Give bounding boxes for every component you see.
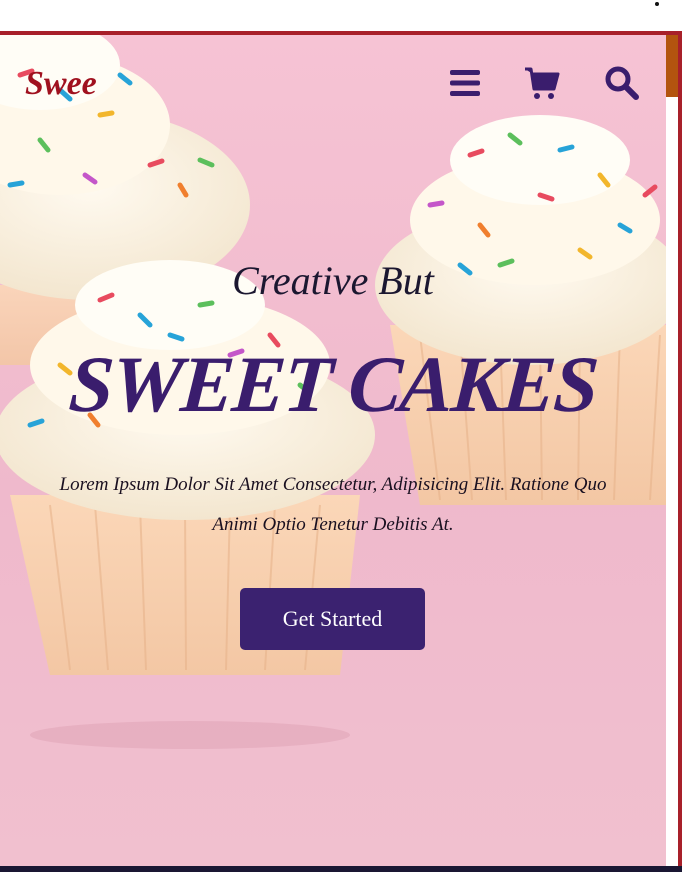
brand-logo[interactable]: Swee [25, 65, 97, 103]
menu-icon[interactable] [447, 65, 483, 101]
hero-description: Lorem Ipsum Dolor Sit Amet Consectetur, … [59, 474, 607, 535]
get-started-button[interactable]: Get Started [240, 588, 425, 650]
top-navbar: Swee [0, 35, 666, 130]
hero-section: Swee Creative But SWEET CAKES Lorem Ipsu… [0, 35, 666, 868]
scroll-indicator [666, 35, 678, 97]
hero-subtitle: Creative But [232, 258, 434, 303]
cupcakes-background-image [0, 35, 666, 749]
bottom-strip [0, 866, 682, 872]
page-dot [655, 2, 659, 6]
cupcake-right [375, 115, 666, 505]
cart-icon[interactable] [524, 65, 560, 101]
search-icon[interactable] [604, 65, 640, 101]
hero-title: SWEET CAKES [66, 341, 600, 429]
